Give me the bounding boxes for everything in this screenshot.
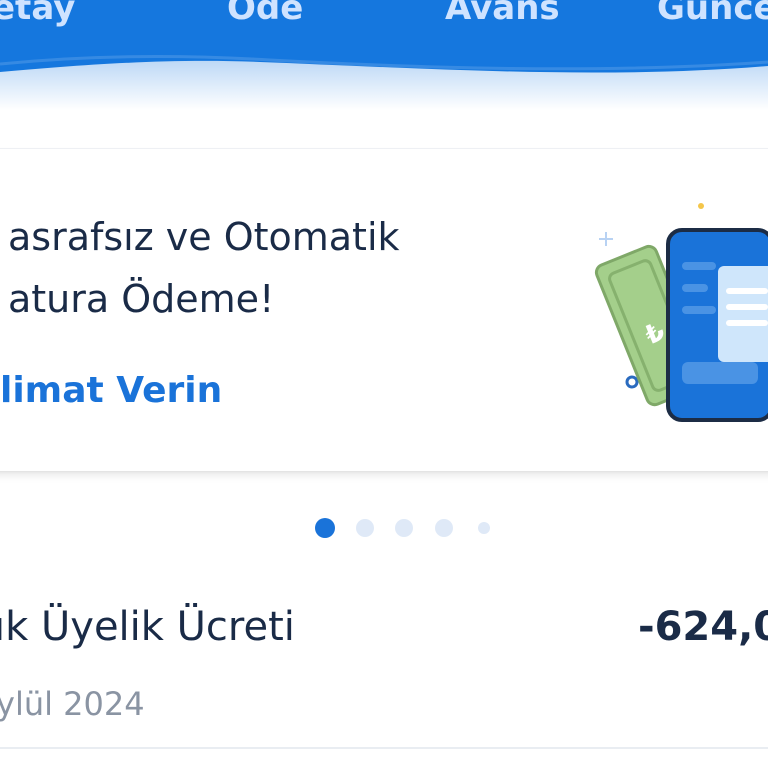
promo-title-line-1: asrafsız ve Otomatik bbox=[8, 215, 400, 259]
promo-cta-link[interactable]: limat Verin bbox=[0, 366, 222, 416]
pager-dot-active[interactable] bbox=[315, 518, 335, 538]
app-screen: etay Öde Avans Günce asrafsız ve Otomati… bbox=[0, 0, 768, 768]
row-divider bbox=[0, 747, 768, 749]
transaction-date: ylül 2024 bbox=[0, 685, 145, 723]
tab-avans[interactable]: Avans bbox=[445, 0, 560, 30]
promo-title: asrafsız ve Otomatik atura Ödeme! bbox=[8, 206, 568, 330]
tab-ode[interactable]: Öde bbox=[227, 0, 303, 30]
pager-dot[interactable] bbox=[356, 519, 374, 537]
phone-with-banknote-icon: ₺ bbox=[588, 196, 768, 424]
top-bar-wave-background bbox=[0, 0, 768, 110]
transaction-amount: -624,0 bbox=[638, 604, 768, 650]
tab-detay[interactable]: etay bbox=[0, 0, 75, 30]
pager-dot[interactable] bbox=[435, 519, 453, 537]
top-tab-bar: etay Öde Avans Günce bbox=[0, 0, 768, 110]
promo-title-line-2: atura Ödeme! bbox=[8, 277, 275, 321]
pager-dot[interactable] bbox=[478, 522, 490, 534]
pager-dot[interactable] bbox=[395, 519, 413, 537]
transaction-title[interactable]: ık Üyelik Ücreti bbox=[0, 600, 295, 654]
tab-guncel[interactable]: Günce bbox=[657, 0, 768, 30]
